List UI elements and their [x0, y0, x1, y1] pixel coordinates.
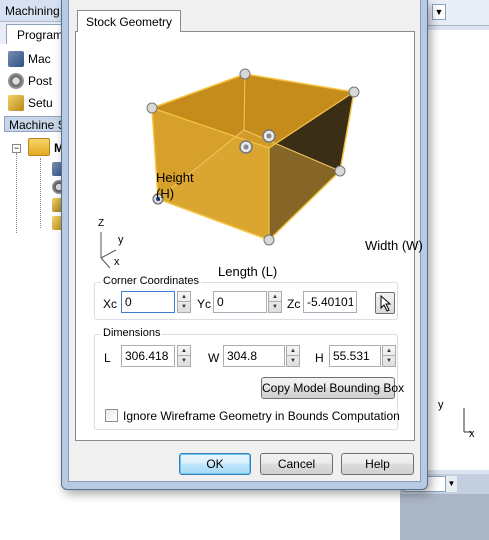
corner-coordinates-group: Corner Coordinates Xc ▲ ▼ Yc ▲ ▼ Zc — [94, 275, 398, 320]
menu-item-setup-label: Setu — [28, 96, 53, 110]
handle-right-bottom — [334, 165, 346, 177]
zc-input[interactable] — [303, 291, 357, 313]
chevron-down-icon[interactable]: ▼ — [432, 4, 446, 20]
handle-top-left — [146, 102, 158, 114]
menu-item-post[interactable]: Post — [8, 70, 68, 92]
dimensions-group: Dimensions L ▲ ▼ W ▲ ▼ H ▲ ▼ — [94, 327, 404, 430]
xc-input[interactable] — [121, 291, 175, 313]
menu-item-machine[interactable]: Mac — [8, 48, 68, 70]
menu-item-post-label: Post — [28, 74, 53, 88]
background-section-header[interactable]: Machine S — [4, 116, 68, 132]
spin-up-icon[interactable]: ▲ — [269, 292, 281, 302]
tab-panel: Height (H) Length (L) Width (W) Z y x Co… — [75, 31, 423, 441]
axis-x-label: x — [114, 256, 120, 268]
h-label: H — [315, 351, 324, 365]
setup-icon — [8, 95, 24, 111]
cursor-arrow-icon — [380, 294, 392, 312]
background-bottom-pane — [400, 494, 489, 540]
tree-connector — [16, 153, 17, 233]
chevron-down-icon[interactable]: ▼ — [445, 476, 457, 492]
dialog-body: Height (H) Length (L) Width (W) Z y x Co… — [68, 0, 423, 482]
handle-center-front-dot — [243, 144, 249, 150]
yc-label: Yc — [197, 297, 212, 311]
handle-top-back — [239, 68, 251, 80]
width-spinner[interactable]: ▲ ▼ — [286, 345, 300, 367]
length-spinner[interactable]: ▲ ▼ — [177, 345, 191, 367]
tree-connector — [40, 158, 41, 228]
dimensions-title: Dimensions — [101, 327, 163, 339]
tree-expander-icon[interactable]: − — [12, 144, 21, 153]
handle-center-top-dot — [266, 133, 272, 139]
ok-button[interactable]: OK — [179, 453, 251, 475]
length-input[interactable] — [121, 345, 175, 367]
xc-spinner[interactable]: ▲ ▼ — [177, 291, 191, 313]
menu-item-setup[interactable]: Setu — [8, 92, 68, 114]
length-label: Length (L) — [218, 264, 278, 279]
w-label: W — [208, 351, 220, 365]
spin-down-icon[interactable]: ▼ — [287, 356, 299, 366]
spin-down-icon[interactable]: ▼ — [178, 356, 190, 366]
handle-top-right — [348, 86, 360, 98]
yc-spinner[interactable]: ▲ ▼ — [268, 291, 282, 313]
spin-up-icon[interactable]: ▲ — [178, 292, 190, 302]
spin-down-icon[interactable]: ▼ — [178, 302, 190, 312]
height-input[interactable] — [329, 345, 381, 367]
width-label: Width (W) — [365, 238, 423, 253]
l-label: L — [104, 351, 111, 365]
yc-input[interactable] — [213, 291, 267, 313]
stock-geometry-dialog: Height (H) Length (L) Width (W) Z y x Co… — [61, 0, 428, 490]
width-input[interactable] — [223, 345, 285, 367]
zc-label: Zc — [287, 297, 301, 311]
background-tab-program[interactable]: Program — [6, 24, 68, 44]
cancel-button[interactable]: Cancel — [260, 453, 333, 475]
spin-down-icon[interactable]: ▼ — [269, 302, 281, 312]
viewport-axis-x-label: x — [469, 428, 475, 440]
background-menu: Mac Post Setu — [8, 48, 68, 114]
axis-y-label: y — [118, 234, 124, 246]
handle-front-bottom — [263, 234, 275, 246]
viewport-axis-y-label: y — [438, 399, 444, 411]
corner-coordinates-title: Corner Coordinates — [101, 275, 201, 287]
spin-up-icon[interactable]: ▲ — [287, 346, 299, 356]
stock-preview: Height (H) Length (L) Width (W) Z y x — [96, 62, 423, 290]
help-button[interactable]: Help — [341, 453, 414, 475]
folder-icon — [28, 138, 50, 156]
height-label: Height — [156, 170, 194, 185]
pick-corner-button[interactable] — [375, 292, 395, 314]
menu-item-machine-label: Mac — [28, 52, 51, 66]
xc-label: Xc — [103, 297, 118, 311]
background-window-title: Machining — [5, 4, 60, 18]
post-icon — [8, 73, 24, 89]
axis-z-label: Z — [98, 218, 105, 229]
ignore-wireframe-label: Ignore Wireframe Geometry in Bounds Comp… — [123, 409, 400, 423]
height-abbr-label: (H) — [156, 186, 175, 201]
machine-icon — [8, 51, 24, 67]
ignore-wireframe-checkbox[interactable] — [105, 409, 118, 422]
height-spinner[interactable]: ▲ ▼ — [382, 345, 396, 367]
stock-box-diagram — [100, 68, 360, 269]
spin-up-icon[interactable]: ▲ — [178, 346, 190, 356]
spin-up-icon[interactable]: ▲ — [383, 346, 395, 356]
copy-model-bounding-box-button[interactable]: Copy Model Bounding Box — [261, 377, 404, 399]
spin-down-icon[interactable]: ▼ — [383, 356, 395, 366]
tab-stock-geometry[interactable]: Stock Geometry — [77, 10, 182, 32]
